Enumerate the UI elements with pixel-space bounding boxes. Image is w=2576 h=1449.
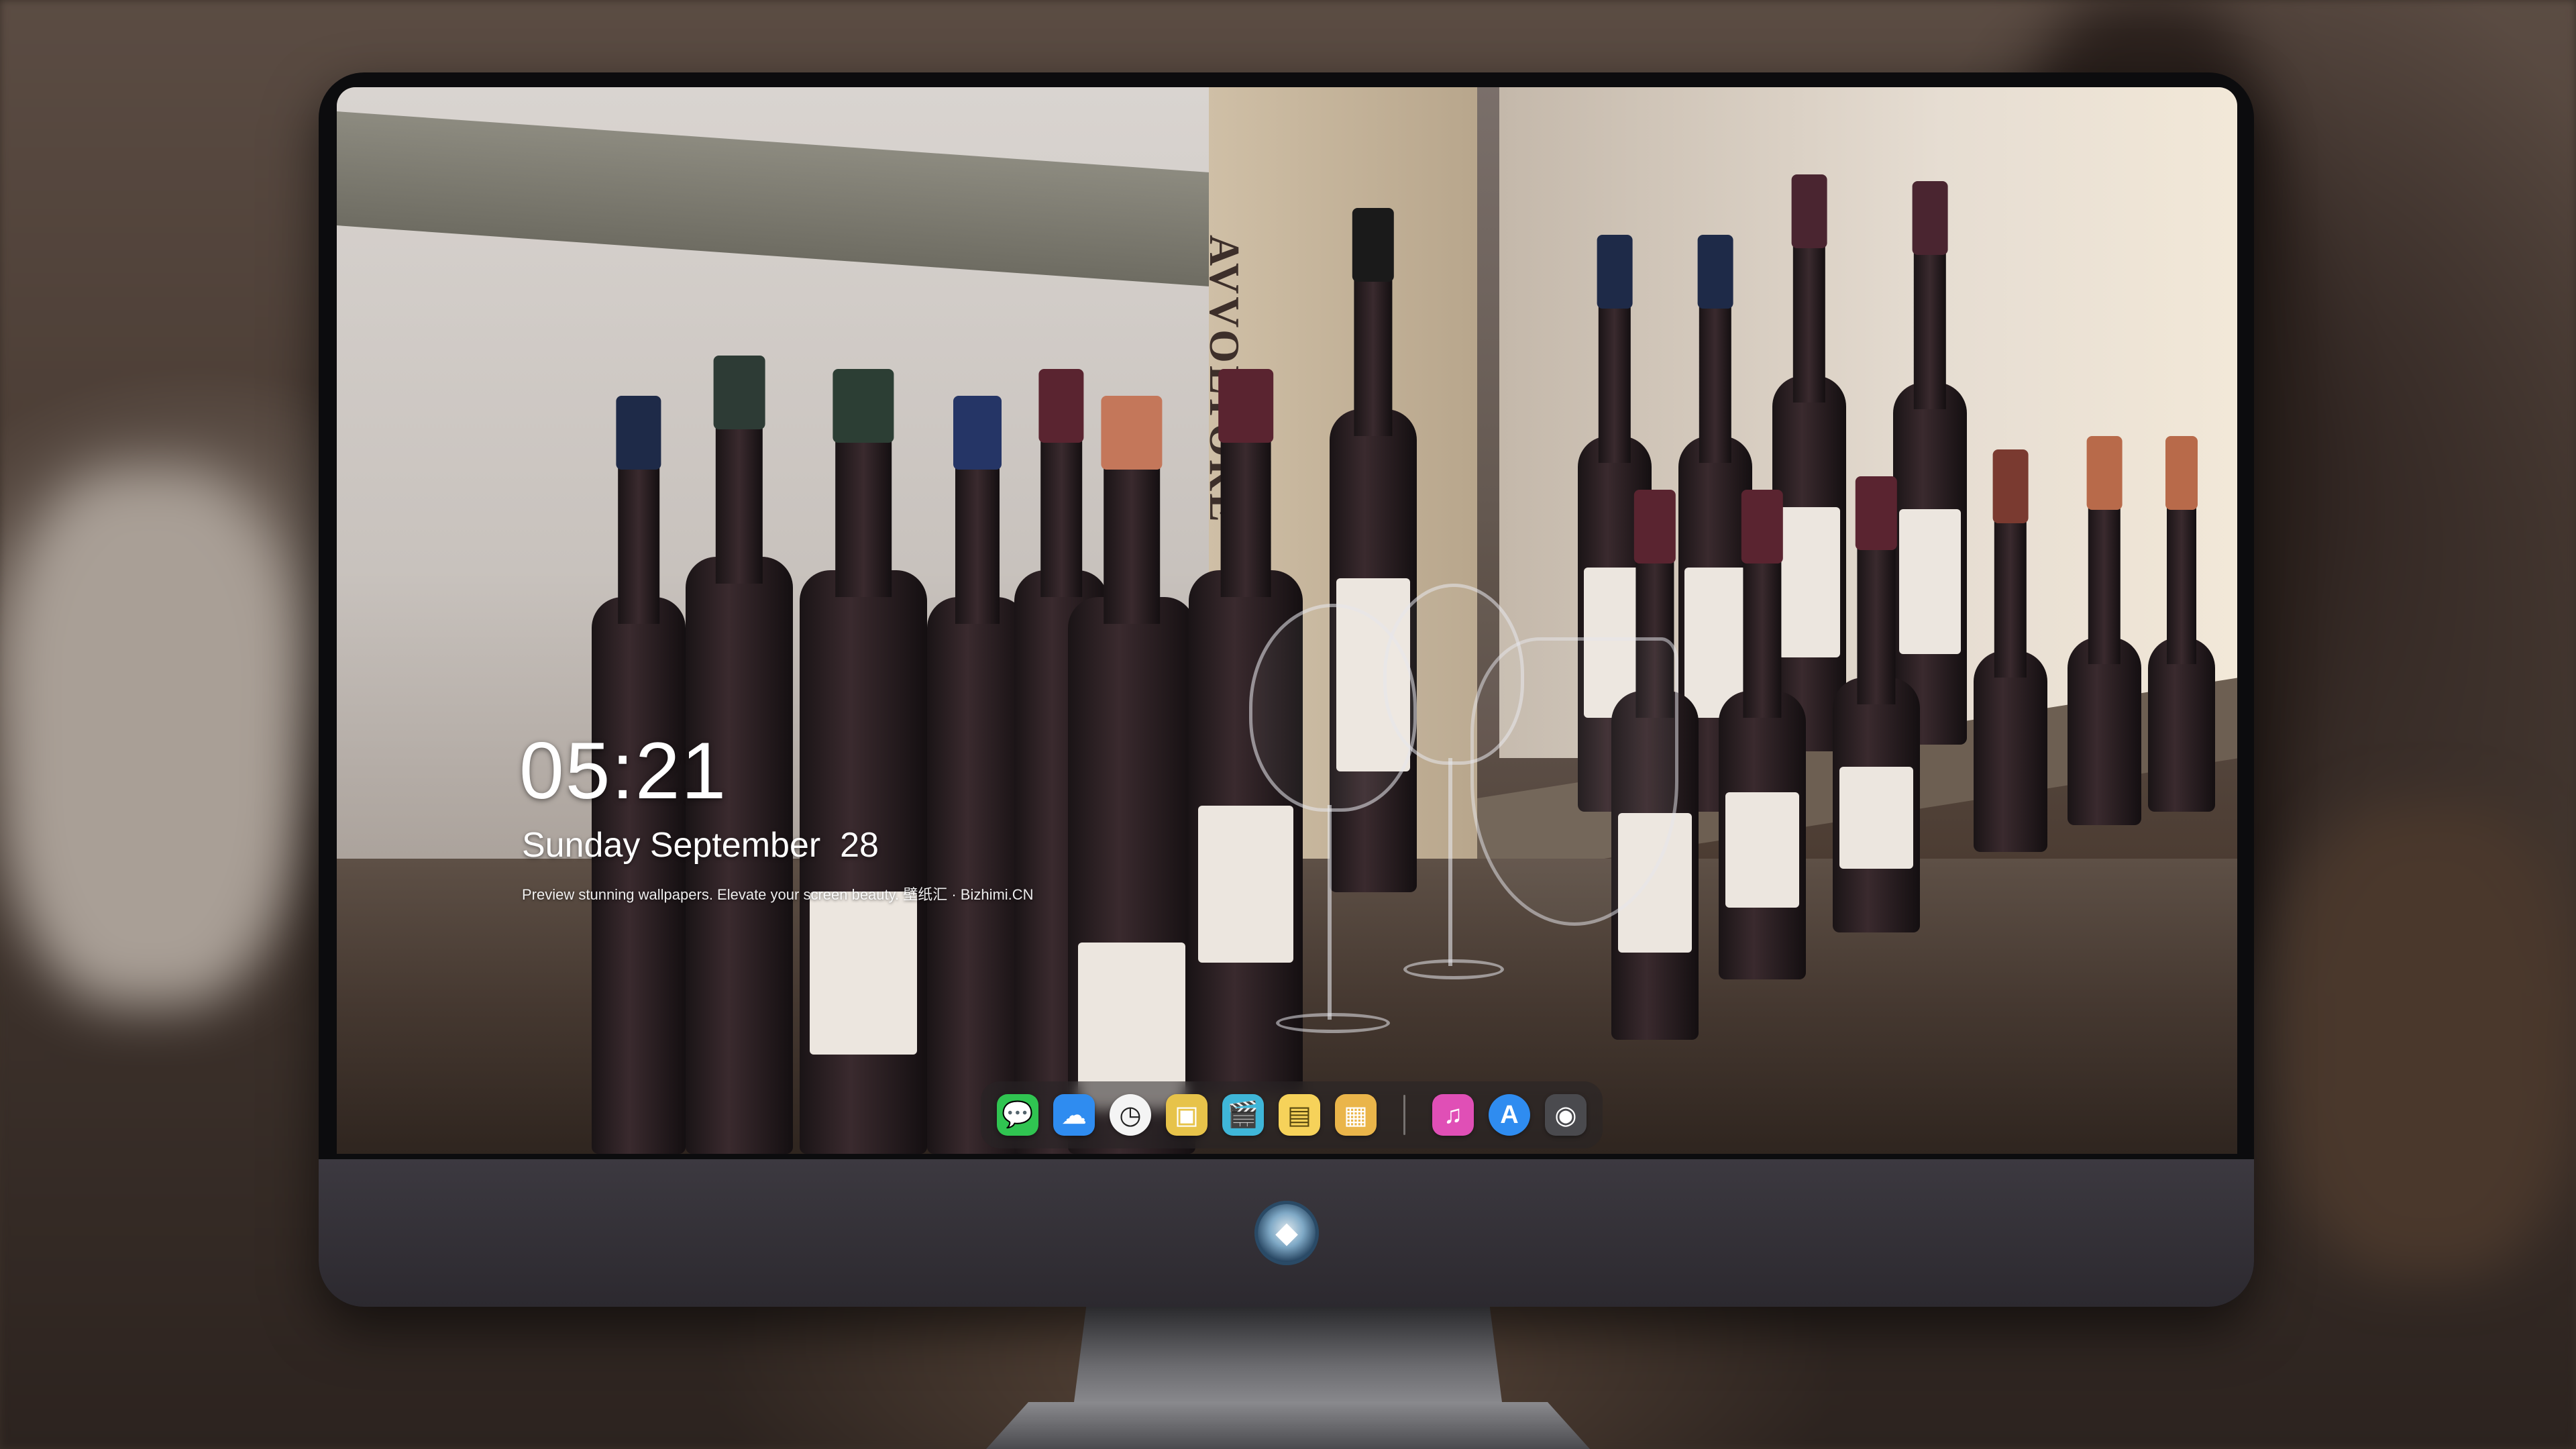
photos-icon: ▦ — [1344, 1101, 1368, 1130]
dock-app-store[interactable]: A — [1489, 1094, 1530, 1136]
app-store-icon: A — [1500, 1100, 1519, 1129]
wallpaper-bottle — [592, 396, 686, 1154]
wallpaper-bottle — [1068, 396, 1195, 1154]
wallpaper-bottle — [2068, 436, 2141, 825]
preview-icon: ▣ — [1175, 1101, 1199, 1130]
wallpaper-tagline: Preview stunning wallpapers. Elevate you… — [522, 886, 1034, 903]
monitor-stand — [1073, 1307, 1503, 1407]
dock-messages[interactable]: 💬 — [997, 1094, 1038, 1136]
background-shelf-patch — [2281, 805, 2576, 1275]
date-day: Sunday — [522, 826, 641, 865]
dock-clock[interactable]: ◷ — [1110, 1094, 1151, 1136]
dock-preview[interactable]: ▣ — [1166, 1094, 1208, 1136]
messages-icon: 💬 — [1002, 1101, 1034, 1129]
dock-photos[interactable]: ▦ — [1335, 1094, 1377, 1136]
dock-music[interactable]: ♫ — [1432, 1094, 1474, 1136]
wallpaper-bottle — [1719, 490, 1806, 979]
wallpaper-glass-foot — [1276, 1013, 1390, 1033]
wallpaper-glass-stem — [1448, 758, 1452, 966]
date-month: September — [649, 826, 821, 865]
dock: 💬 ☁ ◷ ▣ 🎬 ▤ ▦ ♫ A ◉ — [981, 1081, 1603, 1148]
dock-notes[interactable]: ▤ — [1279, 1094, 1320, 1136]
weather-icon: ☁ — [1061, 1101, 1087, 1130]
wallpaper-bottle — [1833, 476, 1920, 932]
monitor-stand-base — [986, 1402, 1590, 1449]
notes-icon: ▤ — [1287, 1101, 1311, 1130]
monitor-screen[interactable]: AVVOLTORE 05:21 Sunday September 28 Prev… — [337, 87, 2237, 1154]
brand-logo-icon: ◆ — [1254, 1201, 1319, 1265]
lock-screen-date: Sunday September 28 — [522, 825, 879, 865]
clips-icon: 🎬 — [1227, 1101, 1259, 1129]
wallpaper-bottle — [2148, 436, 2215, 812]
wallpaper-glass-foot — [1403, 959, 1504, 979]
dock-camera[interactable]: ◉ — [1545, 1094, 1587, 1136]
dock-weather[interactable]: ☁ — [1053, 1094, 1095, 1136]
wallpaper-bottle — [1974, 449, 2047, 852]
clock-icon: ◷ — [1119, 1101, 1142, 1130]
wallpaper-decanter — [1470, 637, 1678, 926]
lock-screen-clock: 05:21 — [519, 726, 728, 816]
music-icon: ♫ — [1443, 1100, 1463, 1129]
dock-separator — [1403, 1095, 1405, 1135]
dock-clips[interactable]: 🎬 — [1222, 1094, 1264, 1136]
background-wall-patch — [0, 470, 302, 1006]
date-number: 28 — [840, 826, 879, 865]
camera-icon: ◉ — [1554, 1101, 1577, 1130]
wallpaper-glass-stem — [1328, 805, 1332, 1020]
wallpaper-bottle — [927, 396, 1028, 1154]
